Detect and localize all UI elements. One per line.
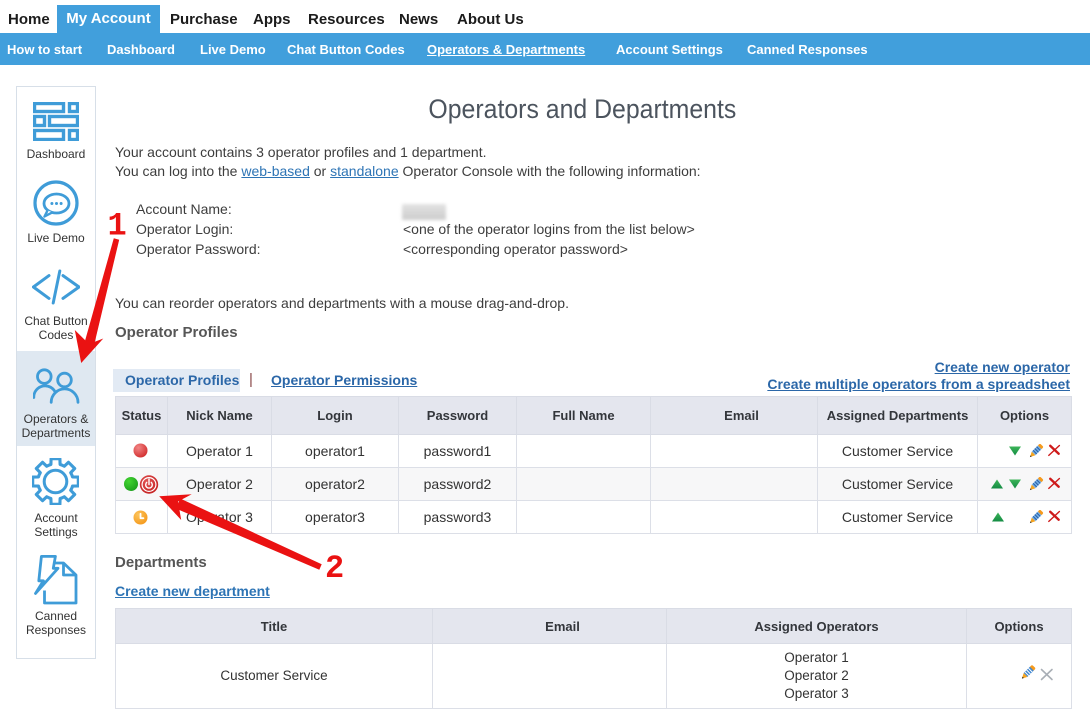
svg-text:1: 1 [108, 208, 127, 245]
svg-text:2: 2 [325, 550, 344, 587]
